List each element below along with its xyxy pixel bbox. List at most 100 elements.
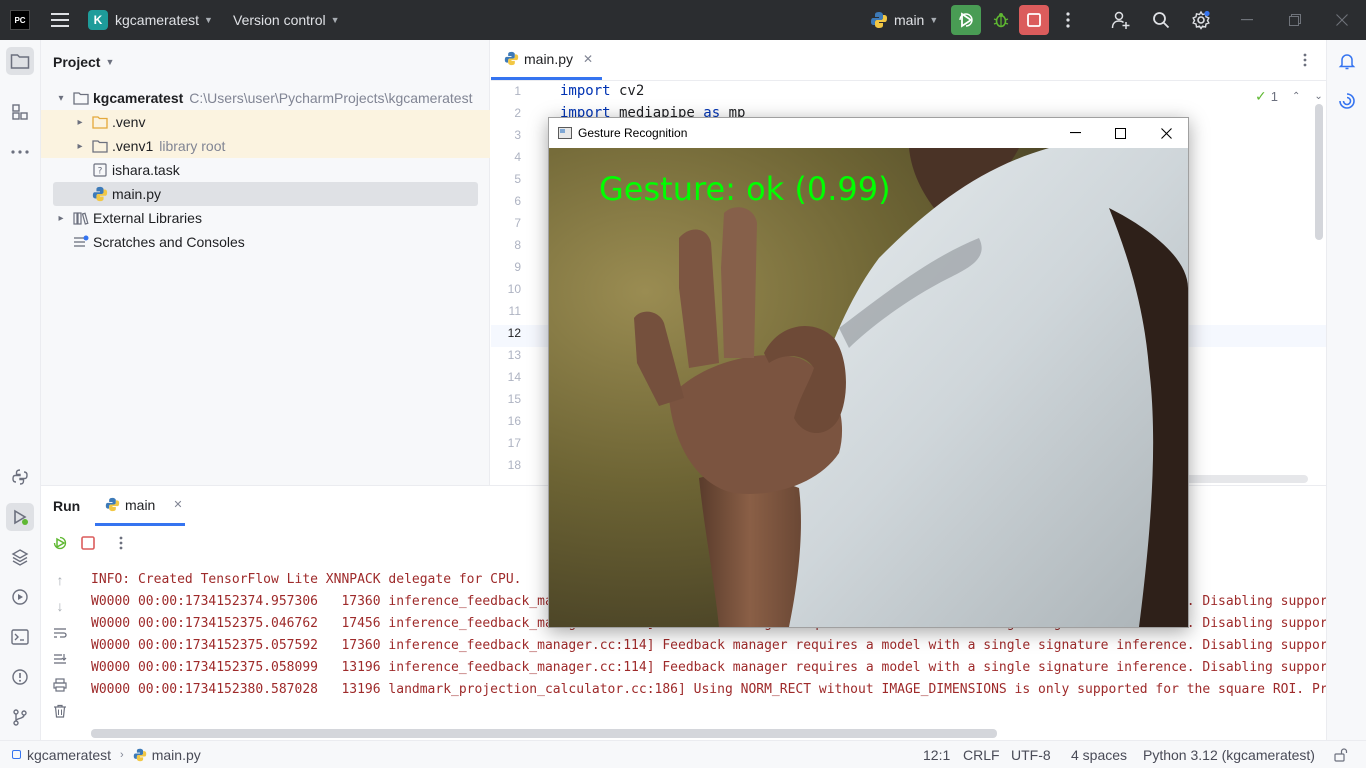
line-separator[interactable]: CRLF <box>963 741 1000 768</box>
line-number: 8 <box>514 238 521 252</box>
console-line: INFO: Created TensorFlow Lite XNNPACK de… <box>91 572 522 587</box>
gesture-window-titlebar[interactable]: Gesture Recognition <box>549 118 1188 148</box>
project-panel-title: Project <box>53 54 101 70</box>
debug-button[interactable] <box>986 5 1016 35</box>
chevron-right-icon[interactable]: ▸ <box>74 117 86 128</box>
main-menu-button[interactable] <box>48 8 72 32</box>
stop-button[interactable] <box>79 534 97 552</box>
python-icon <box>871 12 887 28</box>
tree-item-external-libraries[interactable]: ▸ External Libraries <box>41 206 490 230</box>
breadcrumb-project[interactable]: kgcameratest <box>27 747 111 763</box>
services-tool-button[interactable] <box>6 583 34 611</box>
chevron-down-icon[interactable]: ⌄ <box>1314 91 1322 102</box>
project-panel-header[interactable]: Project ▼ <box>53 52 114 72</box>
project-switcher[interactable]: K kgcameratest ▼ <box>88 9 213 31</box>
close-tab-icon[interactable]: ✕ <box>173 498 182 511</box>
chevron-down-icon: ▼ <box>204 15 213 25</box>
tree-item-venv1[interactable]: ▸ .venv1 library root <box>41 134 490 158</box>
more-actions-button[interactable] <box>1058 8 1078 32</box>
tree-item-label: Scratches and Consoles <box>93 234 245 250</box>
ai-assistant-tool-button[interactable] <box>1333 87 1361 115</box>
run-config-label: main <box>894 12 925 28</box>
folder-orange-icon <box>92 114 108 130</box>
python-console-tool-button[interactable] <box>6 463 34 491</box>
run-tab-label: main <box>125 496 156 513</box>
run-tool-button[interactable] <box>6 503 34 531</box>
window-close-button[interactable] <box>1325 8 1359 32</box>
editor-vertical-scrollbar[interactable] <box>1315 104 1323 240</box>
chevron-right-icon[interactable]: ▸ <box>74 141 86 152</box>
console-line: W0000 00:00:1734152375.058099 13196 infe… <box>91 660 1326 675</box>
tree-item-scratches[interactable]: Scratches and Consoles <box>41 230 490 254</box>
problems-tool-button[interactable] <box>6 663 34 691</box>
search-everywhere-button[interactable] <box>1148 8 1174 32</box>
structure-tool-button[interactable] <box>6 98 34 126</box>
ai-assistant-icon <box>1339 93 1355 109</box>
gesture-overlay-text: Gesture: ok (0.99) <box>599 170 891 208</box>
gesture-window-close-button[interactable] <box>1145 118 1187 148</box>
rerun-button[interactable] <box>951 5 981 35</box>
pycharm-logo[interactable]: PC <box>10 10 30 30</box>
line-number: 15 <box>507 392 521 406</box>
python-file-icon <box>504 51 519 66</box>
gesture-window-maximize-button[interactable] <box>1099 118 1141 148</box>
code-line-1[interactable]: import cv2 <box>560 83 644 99</box>
line-number: 10 <box>507 282 521 296</box>
line-number: 16 <box>507 414 521 428</box>
version-control-menu[interactable]: Version control ▼ <box>233 9 340 31</box>
indent-setting[interactable]: 4 spaces <box>1071 741 1127 768</box>
tree-item-venv[interactable]: ▸ .venv <box>41 110 490 134</box>
rerun-button[interactable] <box>51 534 69 552</box>
more-icon <box>1303 53 1307 67</box>
python-packages-tool-button[interactable] <box>6 543 34 571</box>
stop-icon <box>1027 13 1041 27</box>
minimize-icon <box>1241 19 1253 21</box>
more-actions-button[interactable] <box>116 534 126 552</box>
code-text: cv2 <box>610 83 645 99</box>
gesture-recognition-window: Gesture Recognition Gesture: ok (0.99) <box>548 117 1189 628</box>
window-restore-button[interactable] <box>1278 8 1312 32</box>
checkmark-icon: ✓ <box>1255 87 1267 104</box>
chevron-right-icon[interactable]: ▸ <box>55 213 67 224</box>
settings-button[interactable] <box>1188 8 1214 32</box>
folder-icon <box>73 90 89 106</box>
restore-icon <box>1289 14 1301 26</box>
stop-button[interactable] <box>1019 5 1049 35</box>
version-control-label: Version control <box>233 12 326 28</box>
console-horizontal-scrollbar[interactable] <box>91 729 997 738</box>
problems-icon <box>12 669 28 685</box>
gesture-window-minimize-button[interactable] <box>1054 118 1096 148</box>
tree-item-label: .venv <box>112 114 146 130</box>
file-encoding[interactable]: UTF-8 <box>1011 741 1051 768</box>
editor-tabs-more-button[interactable] <box>1298 52 1312 68</box>
inspection-widget[interactable]: ✓ 1 ⌃ ⌄ <box>1255 87 1323 105</box>
git-tool-button[interactable] <box>6 703 34 731</box>
chevron-down-icon[interactable]: ▾ <box>55 93 67 104</box>
editor-horizontal-scrollbar[interactable] <box>1181 475 1308 483</box>
chevron-up-icon[interactable]: ⌃ <box>1292 91 1300 102</box>
window-app-icon <box>558 127 572 139</box>
code-with-me-button[interactable] <box>1108 8 1134 32</box>
run-tab-main[interactable]: main ✕ <box>95 486 185 526</box>
tree-item-project-root[interactable]: ▾ kgcameratest C:\Users\user\PycharmProj… <box>41 86 490 110</box>
caret-position[interactable]: 12:1 <box>923 741 950 768</box>
run-config-selector[interactable]: main ▼ <box>870 9 938 31</box>
terminal-tool-button[interactable] <box>6 623 34 651</box>
line-number: 4 <box>514 150 521 164</box>
more-tools-button[interactable] <box>6 138 34 166</box>
line-number: 12 <box>507 326 521 340</box>
library-icon <box>73 210 89 226</box>
line-number: 14 <box>507 370 521 384</box>
notifications-tool-button[interactable] <box>1333 47 1361 75</box>
editor-tab-main-py[interactable]: main.py ✕ <box>491 40 602 80</box>
close-tab-icon[interactable]: ✕ <box>583 52 593 66</box>
read-only-toggle[interactable] <box>1334 741 1348 768</box>
tree-item-label: kgcameratest <box>93 90 184 106</box>
project-tool-button[interactable] <box>6 47 34 75</box>
window-minimize-button[interactable] <box>1230 8 1264 32</box>
add-user-icon <box>1111 11 1130 29</box>
breadcrumb-file[interactable]: main.py <box>152 747 201 763</box>
interpreter-selector[interactable]: Python 3.12 (kgcameratest) <box>1143 741 1315 768</box>
tree-item-ishara-task[interactable]: ? ishara.task <box>41 158 490 182</box>
tree-item-main-py[interactable]: main.py <box>53 182 478 206</box>
